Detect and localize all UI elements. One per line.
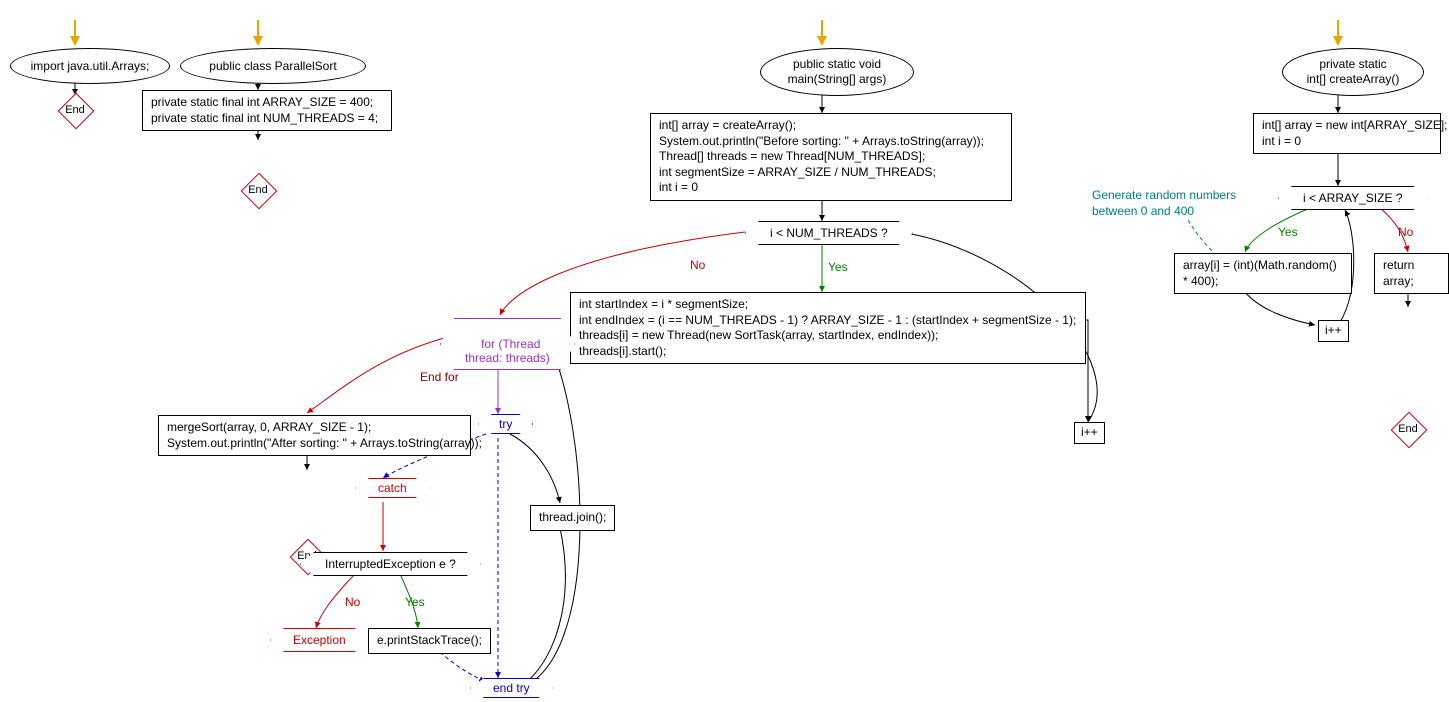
entry-arrow-stem bbox=[74, 20, 76, 36]
edge-label-yes: Yes bbox=[1278, 225, 1298, 239]
after-for-node: mergeSort(array, 0, ARRAY_SIZE - 1); Sys… bbox=[158, 415, 471, 456]
main-loop-body-node: int startIndex = i * segmentSize; int en… bbox=[570, 292, 1086, 364]
end-node-import: End bbox=[57, 92, 93, 128]
end-try-text: end try bbox=[493, 681, 530, 695]
class-decl-text: public class ParallelSort bbox=[209, 59, 336, 74]
createarray-incr-node: i++ bbox=[1318, 320, 1349, 342]
createarray-init-node: int[] array = new int[ARRAY_SIZE]; int i… bbox=[1253, 113, 1441, 154]
try-text: try bbox=[499, 417, 512, 431]
end-node-class: End bbox=[240, 172, 276, 208]
entry-arrow-head bbox=[817, 36, 827, 46]
entry-arrow-stem bbox=[821, 20, 823, 36]
exception-node: Exception bbox=[270, 628, 369, 652]
end-node-createarray: End bbox=[1390, 411, 1426, 447]
end-label: End bbox=[1390, 411, 1426, 447]
import-node: import java.util.Arrays; bbox=[10, 48, 170, 84]
entry-arrow-stem bbox=[257, 20, 259, 36]
catch-node: catch bbox=[355, 478, 430, 498]
main-cond-node: i < NUM_THREADS ? bbox=[745, 221, 913, 245]
entry-arrow-head bbox=[1333, 36, 1343, 46]
main-signature-text: public static void main(String[] args) bbox=[788, 57, 887, 87]
class-fields-node: private static final int ARRAY_SIZE = 40… bbox=[142, 90, 392, 131]
edge-label-yes: Yes bbox=[405, 595, 425, 609]
catch-text: catch bbox=[378, 481, 407, 495]
end-try-node: end try bbox=[470, 678, 553, 698]
for-each-node: for (Thread thread: threads) bbox=[440, 318, 575, 370]
createarray-signature-text: private static int[] createArray() bbox=[1307, 57, 1400, 87]
entry-arrow-head bbox=[253, 36, 263, 46]
createarray-comment: Generate random numbers between 0 and 40… bbox=[1092, 188, 1236, 219]
edge-label-no: No bbox=[1398, 225, 1413, 239]
import-text: import java.util.Arrays; bbox=[31, 59, 150, 74]
thread-join-node: thread.join(); bbox=[530, 505, 615, 531]
main-incr-node: i++ bbox=[1074, 422, 1105, 444]
class-decl-node: public class ParallelSort bbox=[180, 48, 366, 84]
end-label: End bbox=[240, 172, 276, 208]
createarray-body-node: array[i] = (int)(Math.random() * 400); bbox=[1174, 253, 1352, 294]
end-label: End bbox=[57, 92, 93, 128]
catch-cond-text: InterruptedException e ? bbox=[325, 557, 456, 571]
edge-label-no: No bbox=[345, 595, 360, 609]
createarray-cond-text: i < ARRAY_SIZE ? bbox=[1303, 191, 1403, 205]
catch-body-node: e.printStackTrace(); bbox=[368, 628, 491, 654]
try-node: try bbox=[478, 414, 533, 434]
entry-arrow-head bbox=[70, 36, 80, 46]
edge-label-endfor: End for bbox=[420, 370, 459, 384]
exception-text: Exception bbox=[293, 633, 346, 647]
entry-arrow-stem bbox=[1337, 20, 1339, 36]
edge-label-yes: Yes bbox=[828, 260, 848, 274]
for-each-text: for (Thread thread: threads) bbox=[465, 337, 550, 365]
main-init-node: int[] array = createArray(); System.out.… bbox=[650, 113, 1012, 201]
createarray-signature-node: private static int[] createArray() bbox=[1282, 48, 1424, 96]
createarray-return-node: return array; bbox=[1374, 253, 1449, 294]
catch-cond-node: InterruptedException e ? bbox=[300, 552, 481, 576]
edge-label-no: No bbox=[690, 258, 705, 272]
main-signature-node: public static void main(String[] args) bbox=[760, 48, 914, 96]
createarray-cond-node: i < ARRAY_SIZE ? bbox=[1278, 186, 1428, 210]
main-cond-text: i < NUM_THREADS ? bbox=[770, 226, 888, 240]
